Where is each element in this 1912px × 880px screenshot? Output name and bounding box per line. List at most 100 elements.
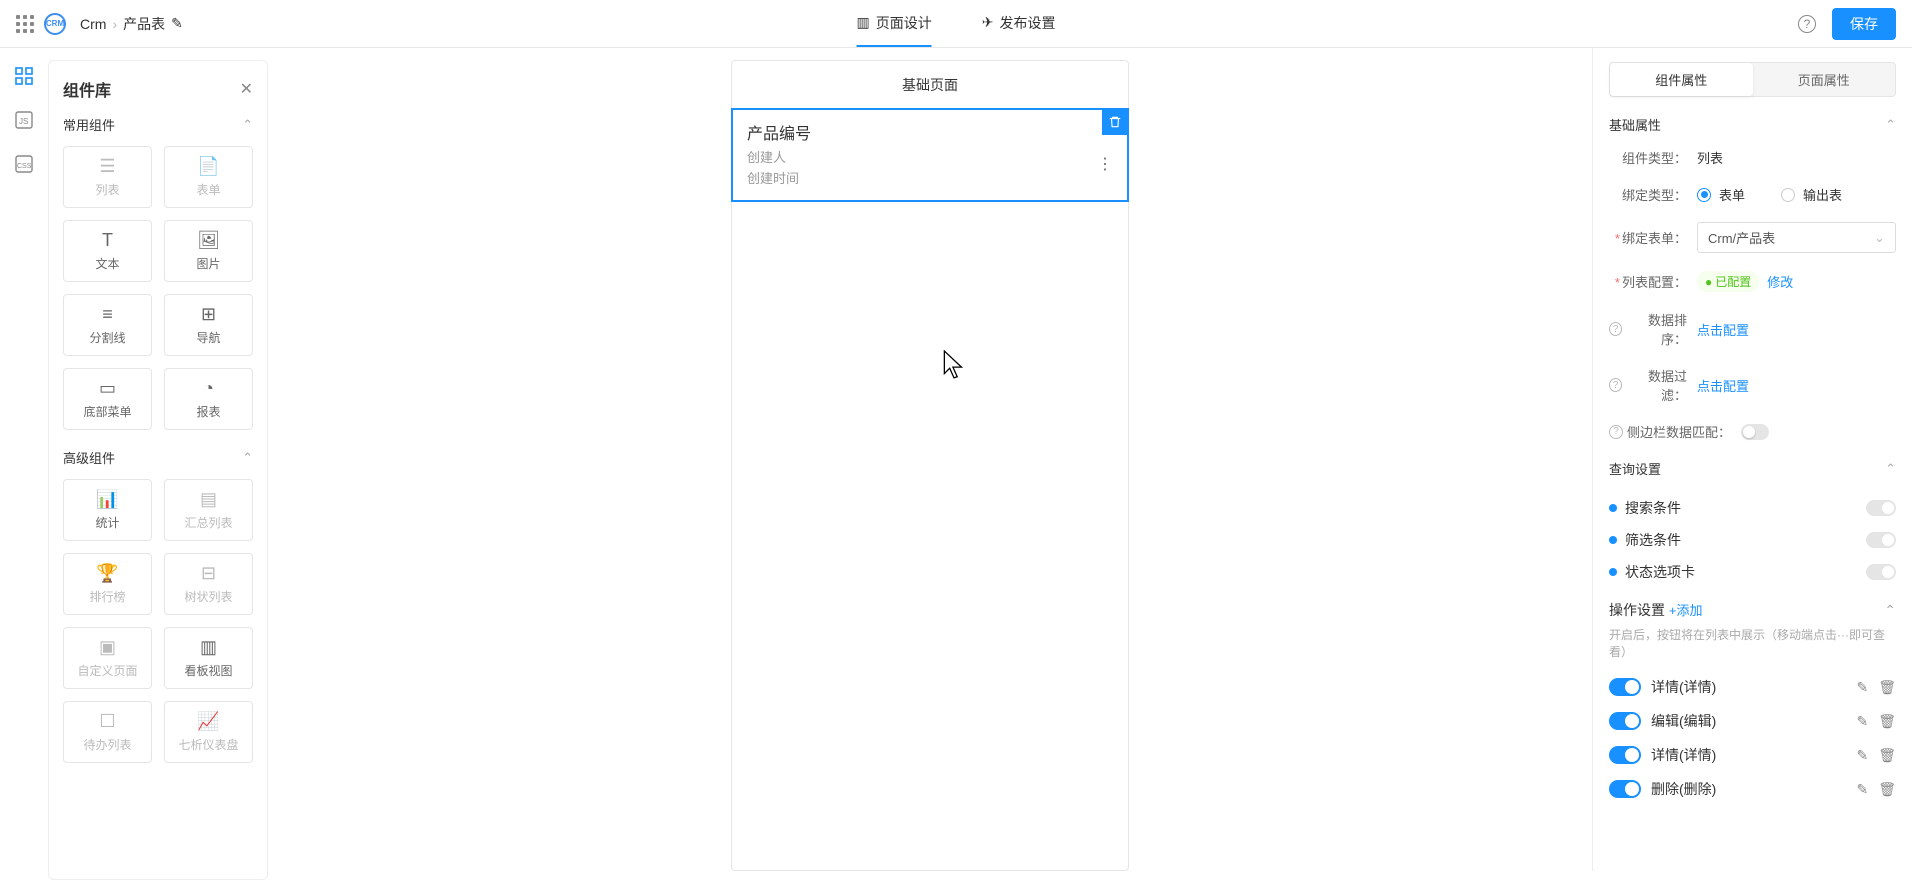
list-config-label: 列表配置： bbox=[1622, 275, 1687, 290]
section-basic-label: 基础属性 bbox=[1609, 115, 1661, 134]
comp-text[interactable]: T文本 bbox=[63, 220, 152, 282]
comp-lib-title: 组件库 bbox=[63, 77, 111, 101]
filter-config-link[interactable]: 点击配置 bbox=[1697, 376, 1749, 395]
delete-icon[interactable]: 🗑 bbox=[1878, 781, 1896, 798]
query-status-tabs: 状态选项卡 bbox=[1609, 556, 1896, 588]
crm-logo-icon: CRM bbox=[44, 13, 66, 35]
action-toggle[interactable] bbox=[1609, 678, 1641, 696]
sort-config-link[interactable]: 点击配置 bbox=[1697, 320, 1749, 339]
action-toggle[interactable] bbox=[1609, 780, 1641, 798]
action-row: 详情(详情) ✎🗑 bbox=[1609, 738, 1896, 772]
rail-components-icon[interactable] bbox=[12, 64, 36, 88]
bind-form-select[interactable]: Crm/产品表 ⌄ bbox=[1697, 222, 1896, 253]
modify-link[interactable]: 修改 bbox=[1767, 272, 1793, 291]
tab-page-props[interactable]: 页面属性 bbox=[1753, 63, 1896, 96]
data-filter-label: 数据过滤： bbox=[1626, 366, 1687, 404]
comp-label: 列表 bbox=[95, 181, 119, 198]
comp-custom-page[interactable]: ▣自定义页面 bbox=[63, 627, 152, 689]
form-icon: 📄 bbox=[197, 156, 219, 177]
radio-form-label: 表单 bbox=[1719, 185, 1745, 204]
info-icon[interactable]: ? bbox=[1609, 322, 1622, 336]
delete-icon[interactable]: 🗑 bbox=[1878, 679, 1896, 696]
action-hint: 开启后，按钮将在列表中展示（移动端点击···即可查看） bbox=[1609, 626, 1896, 660]
chevron-up-icon[interactable]: ⌃ bbox=[1885, 117, 1896, 133]
chevron-up-icon[interactable]: ⌃ bbox=[242, 117, 253, 133]
query-search-toggle[interactable] bbox=[1866, 500, 1896, 516]
edit-icon[interactable]: ✎ bbox=[171, 15, 183, 32]
delete-icon[interactable]: 🗑 bbox=[1878, 713, 1896, 730]
text-icon: T bbox=[102, 230, 113, 251]
tab-publish-label: 发布设置 bbox=[999, 13, 1055, 33]
code-icon: ▣ bbox=[99, 637, 116, 658]
radio-output-label: 输出表 bbox=[1803, 185, 1842, 204]
block-title: 产品编号 bbox=[747, 120, 1113, 144]
radio-output-table[interactable] bbox=[1781, 188, 1795, 202]
comp-nav[interactable]: ⊞导航 bbox=[164, 294, 253, 356]
send-icon: ✈ bbox=[982, 14, 994, 31]
section-action-label: 操作设置 bbox=[1609, 602, 1665, 618]
trophy-icon: 🏆 bbox=[96, 563, 118, 584]
comp-label: 树状列表 bbox=[184, 588, 232, 605]
tree-icon: ⊟ bbox=[201, 563, 216, 584]
query-filter-toggle[interactable] bbox=[1866, 532, 1896, 548]
rail-css-icon[interactable]: CSS bbox=[12, 152, 36, 176]
comp-kanban[interactable]: ▥看板视图 bbox=[164, 627, 253, 689]
edit-icon[interactable]: ✎ bbox=[1856, 713, 1868, 730]
info-icon[interactable]: ? bbox=[1609, 378, 1622, 392]
dashboard-icon: 📈 bbox=[197, 711, 219, 732]
breadcrumb-current: 产品表 bbox=[123, 14, 165, 34]
rail-js-icon[interactable]: JS bbox=[12, 108, 36, 132]
edit-icon[interactable]: ✎ bbox=[1856, 781, 1868, 798]
selected-list-component[interactable]: 产品编号 创建人 创建时间 ⋮ bbox=[731, 108, 1129, 202]
tab-page-design[interactable]: ▥ 页面设计 bbox=[857, 0, 932, 47]
comp-image[interactable]: 🖼图片 bbox=[164, 220, 253, 282]
comp-label: 排行榜 bbox=[89, 588, 125, 605]
comp-divider[interactable]: ≡分割线 bbox=[63, 294, 152, 356]
comp-label: 分割线 bbox=[89, 329, 125, 346]
edit-icon[interactable]: ✎ bbox=[1856, 679, 1868, 696]
help-icon[interactable]: ? bbox=[1798, 15, 1816, 33]
chevron-up-icon[interactable]: ⌃ bbox=[1884, 602, 1896, 619]
edit-icon[interactable]: ✎ bbox=[1856, 747, 1868, 764]
query-status-toggle[interactable] bbox=[1866, 564, 1896, 580]
close-icon[interactable]: ✕ bbox=[240, 79, 253, 99]
comp-list[interactable]: ☰列表 bbox=[63, 146, 152, 208]
radio-form[interactable] bbox=[1697, 188, 1711, 202]
phone-frame: 基础页面 产品编号 创建人 创建时间 ⋮ bbox=[731, 60, 1129, 871]
comp-dashboard[interactable]: 📈 七析仪表盘 bbox=[164, 701, 253, 763]
comp-type-value: 列表 bbox=[1697, 148, 1723, 167]
chevron-up-icon[interactable]: ⌃ bbox=[242, 450, 253, 466]
section-query-label: 查询设置 bbox=[1609, 459, 1661, 478]
property-panel: ‹ 组件属性 页面属性 基础属性 ⌃ 组件类型： 列表 绑定类型： 表单 输出表… bbox=[1592, 48, 1912, 871]
comp-summary-list[interactable]: ▤汇总列表 bbox=[164, 479, 253, 541]
svg-text:CSS: CSS bbox=[17, 163, 32, 170]
comp-tree-list[interactable]: ⊟ 树状列表 bbox=[164, 553, 253, 615]
tab-component-props[interactable]: 组件属性 bbox=[1610, 63, 1753, 96]
action-toggle[interactable] bbox=[1609, 746, 1641, 764]
comp-report[interactable]: ◔报表 bbox=[164, 368, 253, 430]
delete-button[interactable] bbox=[1102, 109, 1128, 135]
add-action-link[interactable]: +添加 bbox=[1669, 603, 1703, 618]
action-toggle[interactable] bbox=[1609, 712, 1641, 730]
collapse-handle[interactable]: ‹ bbox=[1592, 428, 1593, 468]
sidebar-match-toggle[interactable] bbox=[1741, 424, 1769, 440]
comp-label: 七析仪表盘 bbox=[178, 736, 238, 753]
comp-stats[interactable]: 📊统计 bbox=[63, 479, 152, 541]
info-icon[interactable]: ? bbox=[1609, 425, 1623, 439]
comp-form[interactable]: 📄表单 bbox=[164, 146, 253, 208]
chevron-up-icon[interactable]: ⌃ bbox=[1885, 461, 1896, 477]
comp-todo-list[interactable]: ☐待办列表 bbox=[63, 701, 152, 763]
comp-bottom-menu[interactable]: ▭底部菜单 bbox=[63, 368, 152, 430]
delete-icon[interactable]: 🗑 bbox=[1878, 747, 1896, 764]
bind-form-value: Crm/产品表 bbox=[1708, 228, 1775, 247]
action-label: 编辑(编辑) bbox=[1651, 711, 1716, 731]
breadcrumb-root[interactable]: Crm bbox=[80, 16, 106, 32]
save-button[interactable]: 保存 bbox=[1832, 8, 1896, 40]
apps-grid-icon[interactable] bbox=[16, 15, 34, 33]
comp-ranking[interactable]: 🏆 排行榜 bbox=[63, 553, 152, 615]
query-label: 状态选项卡 bbox=[1625, 562, 1695, 582]
tab-publish-settings[interactable]: ✈ 发布设置 bbox=[982, 0, 1056, 47]
comp-label: 看板视图 bbox=[184, 662, 232, 679]
more-icon[interactable]: ⋮ bbox=[1097, 154, 1113, 174]
canvas[interactable]: 基础页面 产品编号 创建人 创建时间 ⋮ bbox=[268, 48, 1592, 871]
